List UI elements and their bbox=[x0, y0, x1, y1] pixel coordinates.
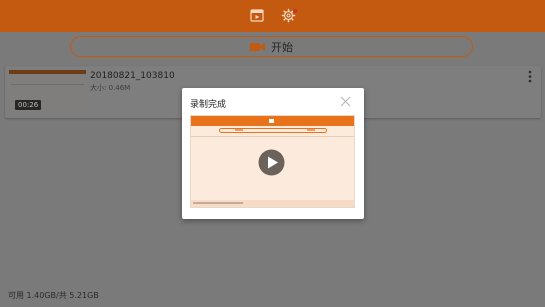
storage-info: 可用 1.40GB/共 5.21GB bbox=[8, 291, 99, 300]
camera-icon bbox=[250, 42, 265, 51]
top-bar bbox=[0, 0, 545, 32]
close-icon[interactable] bbox=[340, 96, 351, 107]
notification-dot bbox=[293, 9, 297, 13]
video-list-icon[interactable] bbox=[250, 8, 264, 22]
recording-filename: 20180821_103810 bbox=[90, 71, 175, 81]
recording-duration: 00:26 bbox=[15, 100, 42, 110]
recording-complete-dialog: 录制完成 bbox=[182, 88, 364, 219]
dialog-title: 录制完成 bbox=[190, 100, 227, 110]
video-preview[interactable] bbox=[190, 115, 355, 208]
start-button-label: 开始 bbox=[271, 40, 293, 54]
start-button[interactable]: 开始 bbox=[70, 36, 473, 57]
more-options-icon[interactable] bbox=[528, 70, 532, 83]
recording-size: 大小: 0.46M bbox=[90, 84, 131, 92]
play-icon[interactable] bbox=[258, 149, 285, 176]
